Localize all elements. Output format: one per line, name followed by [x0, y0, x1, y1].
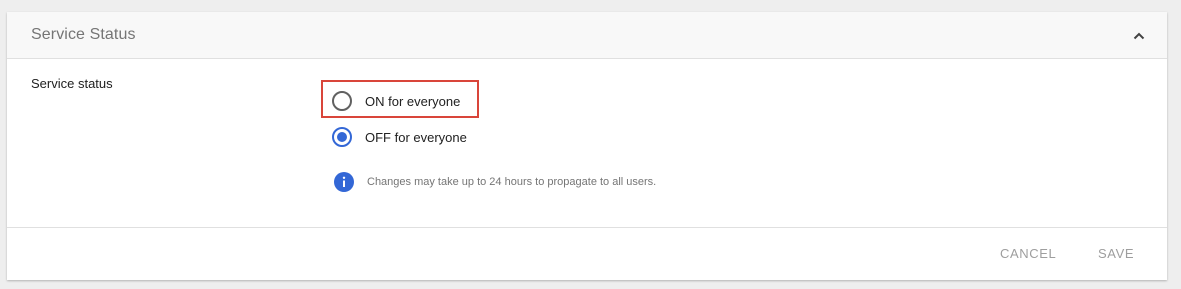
info-message: Changes may take up to 24 hours to propa…	[334, 172, 656, 192]
service-status-card: Service Status Service status ON for eve…	[7, 12, 1167, 280]
card-title: Service Status	[31, 26, 136, 43]
info-text: Changes may take up to 24 hours to propa…	[367, 176, 657, 188]
save-button[interactable]: SAVE	[1098, 246, 1134, 261]
chevron-up-icon[interactable]	[1131, 28, 1147, 44]
highlight-box	[321, 80, 479, 118]
service-status-label: Service status	[31, 76, 113, 91]
card-footer: CANCEL SAVE	[7, 227, 1167, 280]
info-icon	[334, 172, 354, 192]
cancel-button[interactable]: CANCEL	[1000, 246, 1056, 261]
radio-off-label[interactable]: OFF for everyone	[365, 130, 467, 145]
card-header[interactable]: Service Status	[7, 12, 1167, 59]
radio-off-button[interactable]	[332, 127, 352, 147]
radio-option-off[interactable]: OFF for everyone	[331, 125, 467, 149]
